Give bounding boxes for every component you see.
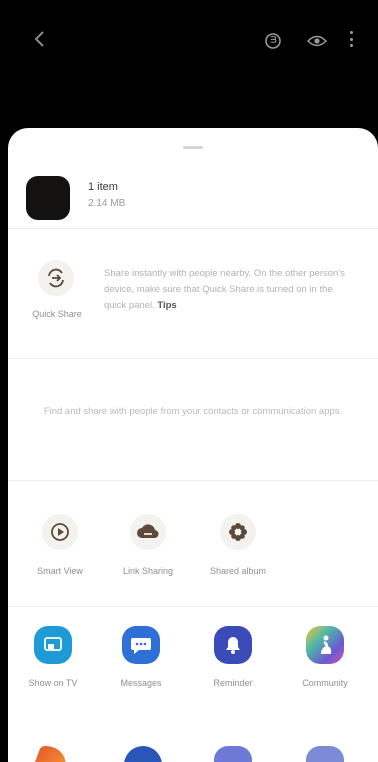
app-share-row: Show on TV Messages Reminder Community <box>8 618 378 708</box>
flower-icon <box>229 523 247 541</box>
sheet-handle[interactable] <box>183 146 203 149</box>
shared-album-label: Shared album <box>209 566 267 576</box>
divider <box>8 606 378 607</box>
chevron-left-icon <box>34 31 44 47</box>
more-options-button[interactable] <box>346 28 356 50</box>
app-label: Community <box>302 678 348 688</box>
bell-icon <box>226 637 240 654</box>
app-icon-partial[interactable] <box>124 746 162 762</box>
app-label: Reminder <box>213 678 253 688</box>
file-info: 1 item 2.14 MB <box>8 168 378 228</box>
app-icon-partial[interactable] <box>214 746 252 762</box>
app-label: Messages <box>120 678 162 688</box>
bixby-vision-button[interactable] <box>262 30 284 52</box>
smart-view-button[interactable]: Smart View <box>20 506 100 586</box>
quick-share-icon <box>48 268 64 288</box>
quick-share-description: Share instantly with people nearby. On t… <box>104 268 345 311</box>
shared-album-button[interactable]: Shared album <box>198 506 278 586</box>
cloud-link-icon <box>137 524 159 539</box>
play-circle-icon <box>51 523 69 541</box>
share-actions-row: Smart View Link Sharing Shared album <box>8 506 378 596</box>
quick-share-button[interactable] <box>38 260 74 296</box>
divider <box>8 358 378 359</box>
divider <box>8 228 378 229</box>
more-vertical-icon <box>349 31 353 34</box>
app-reminder[interactable]: Reminder <box>188 618 278 698</box>
cast-icon <box>44 637 62 651</box>
eye-icon <box>307 35 327 47</box>
app-messages[interactable]: Messages <box>96 618 186 698</box>
community-icon <box>321 635 332 654</box>
top-bar <box>0 0 378 80</box>
nearby-share-hint: Find and share with people from your con… <box>43 406 343 417</box>
quick-share-label: Quick Share <box>32 309 82 319</box>
chat-bubble-icon <box>131 638 151 654</box>
tips-link[interactable]: Tips <box>157 300 176 311</box>
share-sheet: 1 item 2.14 MB Quick Share Share instant… <box>8 128 378 762</box>
back-button[interactable] <box>28 28 50 50</box>
app-show-on-tv[interactable]: Show on TV <box>8 618 98 698</box>
bixby-vision-icon <box>265 33 281 49</box>
app-icon-partial[interactable] <box>306 746 344 762</box>
app-community[interactable]: Community <box>280 618 370 698</box>
app-label: Show on TV <box>28 678 78 688</box>
link-sharing-button[interactable]: Link Sharing <box>108 506 188 586</box>
quick-share-section: Quick Share Share instantly with people … <box>8 246 378 346</box>
file-name: 1 item <box>88 181 118 193</box>
file-size: 2.14 MB <box>88 198 126 209</box>
file-thumbnail <box>26 176 70 220</box>
eye-button[interactable] <box>306 30 328 52</box>
smart-view-label: Smart View <box>37 566 83 576</box>
app-share-row-2 <box>8 746 378 762</box>
link-sharing-label: Link Sharing <box>122 566 174 576</box>
app-icon-partial[interactable] <box>27 746 75 762</box>
divider <box>8 480 378 481</box>
share-screen: 1 item 2.14 MB Quick Share Share instant… <box>0 0 378 762</box>
